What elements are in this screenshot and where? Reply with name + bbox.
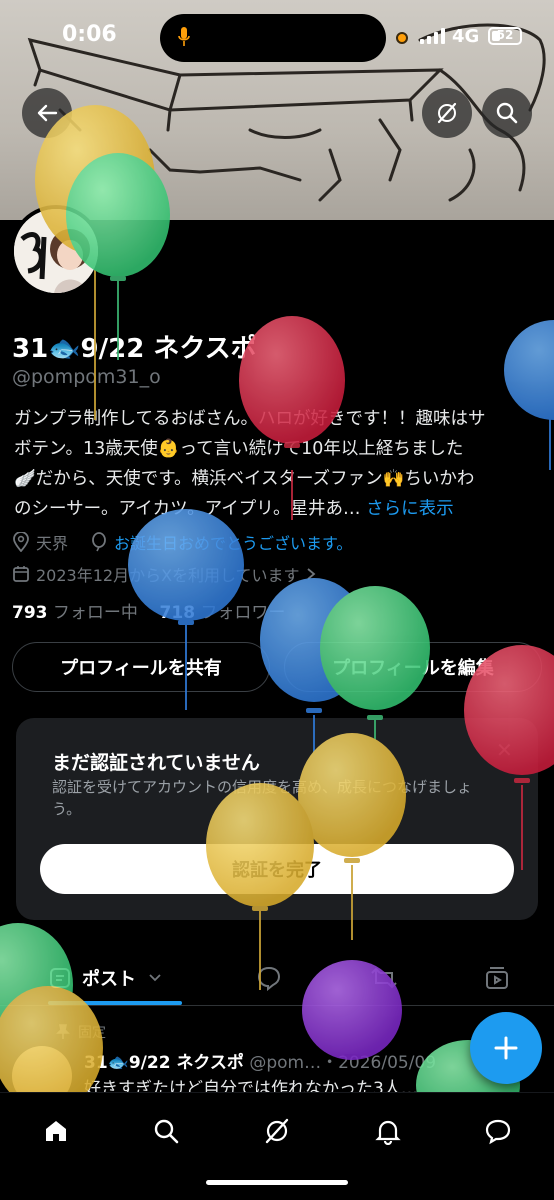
repost-icon <box>371 967 397 989</box>
birthday-link[interactable]: お誕生日おめでとうございます。 <box>114 530 352 554</box>
chevron-down-icon[interactable] <box>148 973 162 983</box>
tab-posts[interactable]: ポスト <box>48 950 162 1006</box>
edit-profile-label: プロフィールを編集 <box>332 658 494 679</box>
followers-link[interactable]: 718 フォロワー <box>160 603 286 623</box>
chevron-right-icon[interactable] <box>306 567 316 581</box>
reply-icon <box>257 966 281 991</box>
joined-text: 2023年12月からXを利用しています <box>36 566 300 585</box>
bio-line-last: のシーサー。アイカツ。アイプリ。星井あ… さらに表示 <box>14 494 536 524</box>
messages-icon <box>485 1119 511 1145</box>
search-button[interactable] <box>482 88 532 138</box>
user-handle: @pompom31_o <box>12 366 161 388</box>
follow-stats: 793 フォロー中 718 フォロワー <box>12 598 285 623</box>
profile-bio: ガンプラ制作してるおばさん。ハロが好きです！！趣味はサ ボテン。13歳天使👶って… <box>14 404 536 524</box>
posts-icon <box>50 968 70 988</box>
calendar-icon <box>13 566 29 582</box>
balloon-icon <box>92 532 106 552</box>
followers-count: 718 <box>159 603 196 623</box>
grok-icon <box>437 102 457 124</box>
nav-notifications[interactable] <box>368 1111 408 1151</box>
recording-indicator <box>396 32 408 44</box>
verification-card: まだ認証されていません 認証を受けてアカウントの信用度を高め、成長につなげましょ… <box>16 718 538 920</box>
post-meta: @pom…・2026/05/09 <box>249 1053 437 1073</box>
profile-avatar[interactable] <box>10 205 102 297</box>
arrow-left-icon <box>37 104 58 122</box>
followers-label: フォロワー <box>200 603 286 623</box>
verification-description: 認証を受けてアカウントの信用度を高め、成長につなげましょう。 <box>52 778 473 818</box>
verification-title: まだ認証されていません <box>52 752 260 774</box>
grok-button[interactable] <box>422 88 472 138</box>
location-text: 天界 <box>36 534 69 553</box>
following-link[interactable]: 793 フォロー中 <box>12 603 138 623</box>
home-icon <box>46 1121 66 1141</box>
complete-verification-button[interactable]: 認証を完了 <box>40 844 514 894</box>
following-count: 793 <box>12 603 48 623</box>
cell-signal-icon <box>420 28 445 44</box>
tab-media[interactable] <box>484 950 510 1006</box>
bell-icon <box>375 1120 401 1145</box>
tab-posts-label: ポスト <box>82 969 136 990</box>
battery-icon: 52 <box>488 27 522 45</box>
following-label: フォロー中 <box>52 603 138 623</box>
network-type: 4G <box>452 26 480 47</box>
search-icon <box>496 102 518 124</box>
post-author-name[interactable]: 31🐟9/22 ネクスポ <box>84 1053 244 1073</box>
dynamic-island <box>160 14 386 62</box>
close-icon[interactable]: ✕ <box>496 738 513 762</box>
bio-line: のシーサー。アイカツ。アイプリ。星井あ… <box>14 499 361 519</box>
status-time: 0:06 <box>62 22 117 47</box>
share-profile-button[interactable]: プロフィールを共有 <box>12 642 270 692</box>
media-icon <box>486 967 508 989</box>
back-button[interactable] <box>22 88 72 138</box>
status-bar: 0:06 4G 52 <box>0 0 554 76</box>
edit-profile-button[interactable]: プロフィールを編集 <box>284 642 542 692</box>
bio-line: 🪽だから、天使です。横浜ベイスターズファン🙌ちいかわ <box>14 469 475 489</box>
compose-button[interactable] <box>470 1012 542 1084</box>
pin-icon <box>56 1024 70 1039</box>
avatar-image <box>14 209 98 293</box>
profile-tabs: ポスト <box>0 950 554 1006</box>
home-indicator[interactable] <box>206 1180 348 1185</box>
tab-replies[interactable] <box>256 950 282 1006</box>
share-profile-label: プロフィールを共有 <box>60 658 222 679</box>
location-pin-icon <box>13 532 29 552</box>
tab-reposts[interactable] <box>370 950 398 1006</box>
bio-line: ガンプラ制作してるおばさん。ハロが好きです！！趣味はサ <box>14 409 486 429</box>
search-icon <box>154 1119 179 1144</box>
display-name: 31🐟9/22 ネクスポ <box>12 334 257 364</box>
bio-line: ボテン。13歳天使👶って言い続けて10年以上経ちました <box>14 439 464 459</box>
battery-level: 52 <box>496 28 514 42</box>
nav-grok[interactable] <box>257 1111 297 1151</box>
nav-search[interactable] <box>146 1111 186 1151</box>
profile-location: 天界 <box>12 530 68 554</box>
post-header: 31🐟9/22 ネクスポ @pom…・2026/05/09 <box>84 1048 436 1073</box>
show-more-link[interactable]: さらに表示 <box>366 499 454 519</box>
profile-birthday: お誕生日おめでとうございます。 <box>90 530 352 554</box>
grok-icon <box>265 1118 289 1144</box>
nav-home[interactable] <box>36 1111 76 1151</box>
plus-icon <box>494 1036 518 1060</box>
profile-joined: 2023年12月からXを利用しています <box>12 562 316 586</box>
pinned-label: 固定 <box>78 1025 106 1041</box>
pinned-indicator: 固定 <box>56 1022 106 1042</box>
complete-verification-label: 認証を完了 <box>232 860 322 881</box>
nav-messages[interactable] <box>478 1111 518 1151</box>
microphone-icon <box>178 27 190 46</box>
tab-active-indicator <box>48 1001 182 1005</box>
